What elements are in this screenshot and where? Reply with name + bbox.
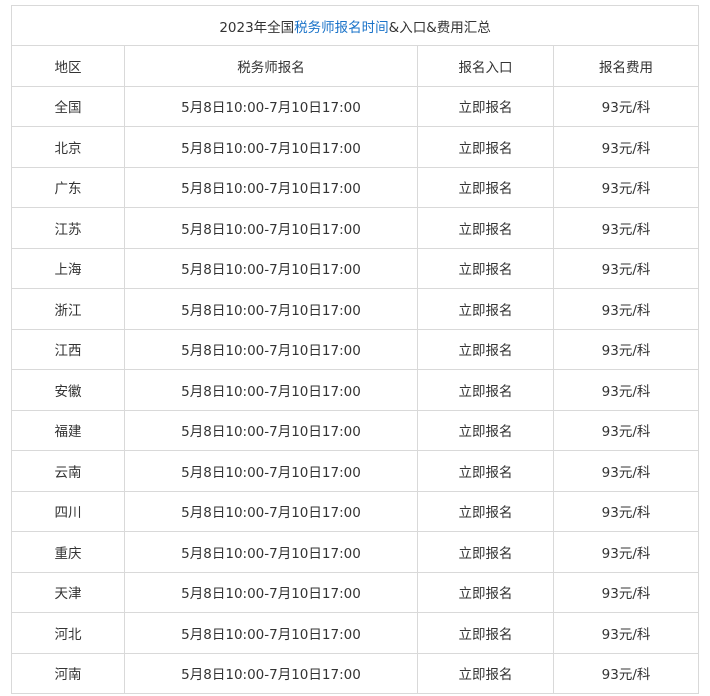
registration-time-cell: 5月8日10:00-7月10日17:00	[124, 450, 418, 492]
registration-fee-cell: 93元/科	[552, 571, 700, 613]
registration-time-cell: 5月8日10:00-7月10日17:00	[124, 531, 418, 573]
registration-fee-cell: 93元/科	[552, 369, 700, 411]
registration-entry-cell[interactable]: 立即报名	[417, 288, 554, 330]
region-cell: 天津	[11, 571, 125, 613]
registration-entry-cell[interactable]: 立即报名	[417, 207, 554, 249]
table-row: 四川 5月8日10:00-7月10日17:00 立即报名 93元/科	[11, 490, 700, 532]
registration-entry-cell[interactable]: 立即报名	[417, 612, 554, 654]
header-registration-time: 税务师报名	[124, 45, 418, 87]
registration-entry-cell[interactable]: 立即报名	[417, 369, 554, 411]
registration-entry-cell[interactable]: 立即报名	[417, 531, 554, 573]
registration-fee-cell: 93元/科	[552, 166, 700, 208]
table-title-row: 2023年全国税务师报名时间&入口&费用汇总	[10, 5, 700, 46]
registration-time-cell: 5月8日10:00-7月10日17:00	[124, 571, 418, 613]
registration-entry-cell[interactable]: 立即报名	[417, 328, 554, 370]
registration-time-cell: 5月8日10:00-7月10日17:00	[124, 207, 418, 249]
registration-fee-cell: 93元/科	[552, 207, 700, 249]
title-suffix: &入口&费用汇总	[388, 19, 491, 36]
registration-entry-cell[interactable]: 立即报名	[417, 85, 554, 127]
region-cell: 江苏	[11, 207, 125, 249]
table-row: 江西 5月8日10:00-7月10日17:00 立即报名 93元/科	[11, 328, 700, 370]
registration-time-cell: 5月8日10:00-7月10日17:00	[124, 612, 418, 654]
registration-time-cell: 5月8日10:00-7月10日17:00	[124, 328, 418, 370]
table-row: 重庆 5月8日10:00-7月10日17:00 立即报名 93元/科	[11, 531, 700, 573]
registration-entry-cell[interactable]: 立即报名	[417, 126, 554, 168]
registration-entry-cell[interactable]: 立即报名	[417, 409, 554, 451]
table-body: 全国 5月8日10:00-7月10日17:00 立即报名 93元/科 北京 5月8日10:…	[11, 85, 700, 694]
registration-time-cell: 5月8日10:00-7月10日17:00	[124, 85, 418, 127]
registration-fee-cell: 93元/科	[552, 531, 700, 573]
region-cell: 上海	[11, 247, 125, 289]
registration-fee-cell: 93元/科	[552, 612, 700, 654]
table-row: 广东 5月8日10:00-7月10日17:00 立即报名 93元/科	[11, 166, 700, 208]
region-cell: 河南	[11, 652, 125, 694]
registration-time-cell: 5月8日10:00-7月10日17:00	[124, 409, 418, 451]
table-row: 福建 5月8日10:00-7月10日17:00 立即报名 93元/科	[11, 409, 700, 451]
registration-fee-cell: 93元/科	[552, 328, 700, 370]
header-registration-entry: 报名入口	[417, 45, 554, 87]
header-row: 地区 税务师报名 报名入口 报名费用	[11, 45, 700, 87]
table-row: 云南 5月8日10:00-7月10日17:00 立即报名 93元/科	[11, 450, 700, 492]
registration-fee-cell: 93元/科	[552, 490, 700, 532]
region-cell: 重庆	[11, 531, 125, 573]
table-row: 河南 5月8日10:00-7月10日17:00 立即报名 93元/科	[11, 652, 700, 694]
table-row: 北京 5月8日10:00-7月10日17:00 立即报名 93元/科	[11, 126, 700, 168]
region-cell: 河北	[11, 612, 125, 654]
table-row: 河北 5月8日10:00-7月10日17:00 立即报名 93元/科	[11, 612, 700, 654]
table-title: 2023年全国税务师报名时间&入口&费用汇总	[10, 5, 700, 46]
table-row: 上海 5月8日10:00-7月10日17:00 立即报名 93元/科	[11, 247, 700, 289]
registration-entry-cell[interactable]: 立即报名	[417, 652, 554, 694]
header-registration-fee: 报名费用	[552, 45, 700, 87]
registration-entry-cell[interactable]: 立即报名	[417, 247, 554, 289]
table-row: 全国 5月8日10:00-7月10日17:00 立即报名 93元/科	[11, 85, 700, 127]
registration-fee-cell: 93元/科	[552, 288, 700, 330]
region-cell: 浙江	[11, 288, 125, 330]
registration-fee-cell: 93元/科	[552, 247, 700, 289]
registration-table: 2023年全国税务师报名时间&入口&费用汇总 地区 税务师报名 报名入口 报名费…	[10, 5, 700, 694]
title-prefix: 2023年全国	[219, 19, 295, 36]
table-container: 2023年全国税务师报名时间&入口&费用汇总 地区 税务师报名 报名入口 报名费…	[10, 5, 700, 694]
region-cell: 四川	[11, 490, 125, 532]
region-cell: 江西	[11, 328, 125, 370]
registration-time-cell: 5月8日10:00-7月10日17:00	[124, 652, 418, 694]
registration-time-cell: 5月8日10:00-7月10日17:00	[124, 369, 418, 411]
registration-time-cell: 5月8日10:00-7月10日17:00	[124, 288, 418, 330]
registration-fee-cell: 93元/科	[552, 652, 700, 694]
registration-entry-cell[interactable]: 立即报名	[417, 166, 554, 208]
region-cell: 全国	[11, 85, 125, 127]
registration-time-cell: 5月8日10:00-7月10日17:00	[124, 490, 418, 532]
table-row: 江苏 5月8日10:00-7月10日17:00 立即报名 93元/科	[11, 207, 700, 249]
registration-entry-cell[interactable]: 立即报名	[417, 450, 554, 492]
region-cell: 云南	[11, 450, 125, 492]
registration-entry-cell[interactable]: 立即报名	[417, 571, 554, 613]
region-cell: 广东	[11, 166, 125, 208]
registration-entry-cell[interactable]: 立即报名	[417, 490, 554, 532]
region-cell: 福建	[11, 409, 125, 451]
table-row: 安徽 5月8日10:00-7月10日17:00 立即报名 93元/科	[11, 369, 700, 411]
region-cell: 安徽	[11, 369, 125, 411]
table-row: 天津 5月8日10:00-7月10日17:00 立即报名 93元/科	[11, 571, 700, 613]
registration-time-cell: 5月8日10:00-7月10日17:00	[124, 166, 418, 208]
registration-time-cell: 5月8日10:00-7月10日17:00	[124, 126, 418, 168]
registration-fee-cell: 93元/科	[552, 450, 700, 492]
region-cell: 北京	[11, 126, 125, 168]
table-row: 浙江 5月8日10:00-7月10日17:00 立即报名 93元/科	[11, 288, 700, 330]
registration-fee-cell: 93元/科	[552, 409, 700, 451]
registration-time-cell: 5月8日10:00-7月10日17:00	[124, 247, 418, 289]
registration-fee-cell: 93元/科	[552, 126, 700, 168]
registration-fee-cell: 93元/科	[552, 85, 700, 127]
title-link[interactable]: 税务师报名时间	[294, 20, 389, 36]
header-region: 地区	[11, 45, 125, 87]
